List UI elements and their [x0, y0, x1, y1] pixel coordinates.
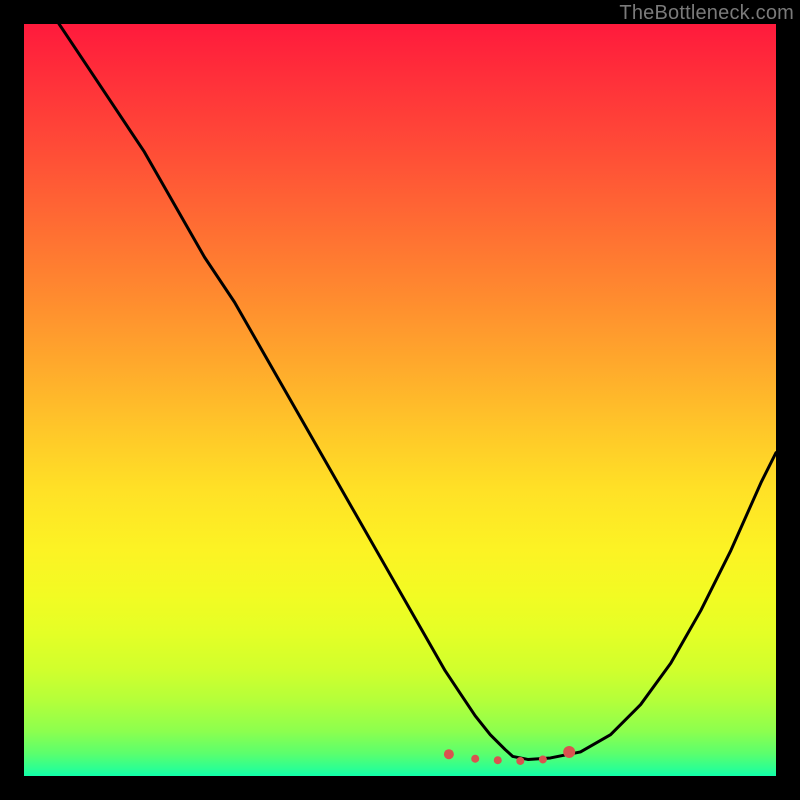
marker-valley-mid-1: [471, 755, 479, 763]
marker-valley-right: [563, 746, 575, 758]
marker-valley-mid-2: [494, 756, 502, 764]
chart-container: TheBottleneck.com: [0, 0, 800, 800]
plot-area: [24, 24, 776, 776]
marker-valley-mid-3: [516, 757, 524, 765]
marker-valley-left: [444, 749, 454, 759]
bottleneck-curve: [24, 24, 776, 759]
marker-valley-mid-4: [539, 755, 547, 763]
chart-svg: [24, 24, 776, 776]
watermark-text: TheBottleneck.com: [619, 2, 794, 25]
